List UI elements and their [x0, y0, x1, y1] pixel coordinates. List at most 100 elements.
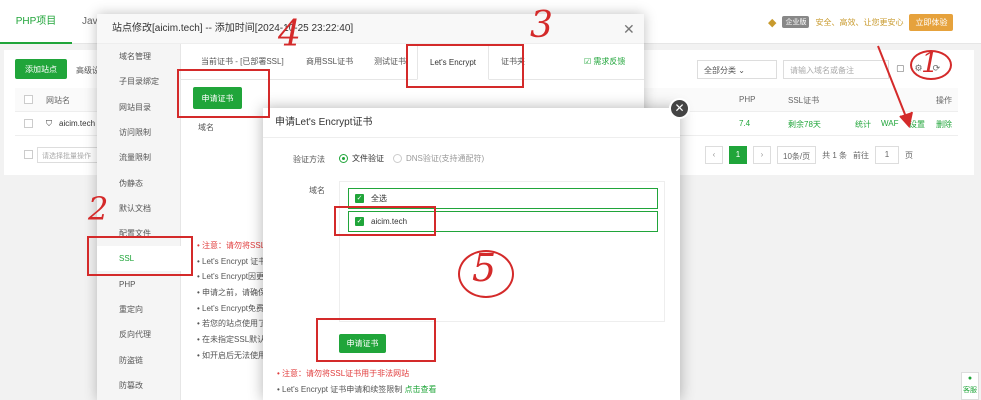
note-text: Let's Encrypt因更换根证书 [202, 272, 263, 282]
list-item: • Let's Encrypt 证书申请和续签限制 点击查看 [277, 385, 437, 394]
annotation-arrow [877, 45, 913, 129]
radio-file-verify[interactable]: 文件验证 [339, 153, 384, 164]
annotation-2: 2 [88, 190, 109, 228]
feedback-label: 需求反馈 [593, 57, 626, 66]
checkbox-checked-icon: ✓ [355, 194, 364, 203]
le-notes: • 注意：请勿将SSL证书用于非法网站 • Let's Encrypt 证书申请… [277, 366, 436, 398]
category-select-value: 全部分类 [704, 66, 736, 75]
nav-site-dir[interactable]: 网站目录 [97, 95, 181, 120]
annotation-box-le-apply [316, 318, 436, 362]
pagination: ‹ 1 › 10条/页 共 1 条 前往 1 页 [705, 146, 913, 164]
domain-column-header: 域名 [198, 123, 214, 132]
annotation-circle-5 [458, 250, 514, 298]
select-all-label: 全选 [371, 194, 387, 203]
next-page-button[interactable]: › [753, 146, 771, 164]
note-text: 注意：请勿将SSL证书用于非法网站 [202, 241, 263, 250]
radio-unchecked-icon [393, 154, 402, 163]
col-domain[interactable]: 网站名 [46, 95, 70, 106]
list-item: • 注意：请勿将SSL证书用于非法网站 [197, 238, 263, 254]
prev-page-button[interactable]: ‹ [705, 146, 723, 164]
promo-slogan: 安全、高效、让您更安心 [815, 17, 904, 27]
customer-service-label: 客服 [963, 387, 977, 394]
list-item: • Let's Encrypt因更换根证书 [197, 269, 263, 285]
row-checkbox[interactable] [24, 119, 33, 128]
add-site-button[interactable]: 添加站点 [15, 59, 67, 79]
nav-access-limit[interactable]: 访问限制 [97, 120, 181, 145]
col-ops: 操作 [936, 96, 952, 105]
list-item: • 在未指定SSL默认站点时 [197, 332, 263, 348]
note-text: Let's Encrypt 证书申请和续签限制 [282, 385, 403, 394]
select-all-checkbox[interactable] [24, 95, 33, 104]
annotation-box-domain-row [334, 206, 436, 236]
nav-reverse-proxy[interactable]: 反向代理 [97, 322, 181, 347]
try-now-button[interactable]: 立即体验 [909, 13, 954, 31]
radio-dns-verify[interactable]: DNS验证(支持通配符) [393, 153, 484, 164]
verify-method-label: 验证方法 [293, 155, 325, 164]
annotation-3: 3 [530, 5, 553, 46]
row-php-version[interactable]: 7.4 [739, 119, 750, 128]
close-icon[interactable]: ✕ [669, 98, 690, 119]
row-ssl-days[interactable]: 剩余78天 [788, 119, 821, 130]
promo-banner: ◆ 企业版 安全、高效、让您更安心 立即体验 [768, 13, 954, 31]
radio-file-label: 文件验证 [352, 154, 384, 163]
annotation-4: 4 [278, 14, 301, 55]
radio-dns-label: DNS验证(支持通配符) [406, 154, 485, 163]
list-item: • Let's Encrypt 证书申请和续签限制 [197, 254, 263, 270]
domain-list: ✓ 全选 ✓ aicim.tech [339, 181, 665, 322]
per-page-select[interactable]: 10条/页 [777, 146, 817, 164]
stats-link[interactable]: 统计 [855, 119, 871, 130]
nav-traffic-limit[interactable]: 流量限制 [97, 145, 181, 170]
note-text: Let's Encrypt 证书申请和续签限制 [202, 256, 263, 266]
note-text: Let's Encrypt免费证书有效期 [202, 303, 263, 313]
tab-test-cert[interactable]: 测试证书 [374, 44, 406, 80]
pro-badge: 企业版 [782, 16, 810, 28]
page-current[interactable]: 1 [729, 146, 747, 164]
domain-label: 域名 [309, 186, 325, 195]
customer-service-float[interactable]: ● 客服 [961, 372, 979, 400]
col-ssl: SSL证书 [788, 96, 820, 105]
site-modal-title: 站点修改[aicim.tech] -- 添加时间[2024-10-25 23:2… [97, 14, 644, 44]
note-text: 在未指定SSL默认站点时 [202, 335, 263, 345]
batch-select[interactable]: 请选择批量操作 [37, 147, 101, 163]
nav-rewrite[interactable]: 伪静态 [97, 171, 181, 196]
radio-checked-icon [339, 154, 348, 163]
nav-hotlink[interactable]: 防盗链 [97, 348, 181, 373]
col-php: PHP [739, 95, 756, 104]
list-item: • 注意：请勿将SSL证书用于非法网站 [277, 369, 410, 378]
list-item: • 若您的站点使用了CDN [197, 316, 263, 332]
goto-page-input[interactable]: 1 [875, 146, 900, 164]
nav-subdir-bind[interactable]: 子目录绑定 [97, 69, 181, 94]
page-unit: 页 [905, 150, 914, 160]
diamond-icon: ◆ [768, 16, 777, 29]
list-item: • 如开启后无法使用HTTPS [197, 348, 263, 364]
nav-default-doc[interactable]: 默认文档 [97, 196, 181, 221]
feedback-link[interactable]: ☑ 需求反馈 [584, 44, 625, 80]
chat-icon: ● [967, 375, 973, 382]
annotation-box-ssl-nav [87, 236, 193, 276]
site-side-nav: 域名管理 子目录绑定 网站目录 访问限制 流量限制 伪静态 默认文档 配置文件 … [97, 44, 181, 400]
nav-domain-manage[interactable]: 域名管理 [97, 44, 181, 69]
feedback-icon: ☑ [584, 57, 592, 66]
view-limits-link[interactable]: 点击查看 [404, 385, 436, 394]
close-icon[interactable]: ✕ [623, 21, 635, 38]
delete-link[interactable]: 删除 [936, 119, 952, 130]
le-dialog-title: 申请Let's Encrypt证书 [263, 108, 680, 138]
nav-tamper-proof[interactable]: 防篡改 [97, 373, 181, 398]
tab-php-project[interactable]: PHP项目 [0, 0, 72, 44]
total-count: 共 1 条 [822, 150, 848, 160]
tab-commercial-ssl[interactable]: 商用SSL证书 [306, 44, 353, 80]
nav-redirect[interactable]: 重定向 [97, 297, 181, 322]
footer-checkbox[interactable] [24, 150, 33, 159]
note-text: 若您的站点使用了CDN [202, 319, 263, 329]
note-text: 如开启后无法使用HTTPS [202, 350, 263, 360]
shield-icon: ⛉ [46, 119, 52, 128]
row-domain[interactable]: aicim.tech [59, 119, 95, 128]
goto-label: 前往 [853, 150, 870, 160]
arrow-line [877, 45, 909, 123]
annotation-box-lets-encrypt-tab [406, 44, 524, 88]
arrow-head [899, 111, 913, 129]
list-item: • Let's Encrypt免费证书有效期 [197, 301, 263, 317]
list-item: • 申请之前，请确保域名已解析 [197, 285, 263, 301]
ssl-notes: • 注意：请勿将SSL证书用于非法网站 • Let's Encrypt 证书申请… [197, 238, 263, 364]
category-select[interactable]: 全部分类 ⌄ [697, 60, 777, 79]
